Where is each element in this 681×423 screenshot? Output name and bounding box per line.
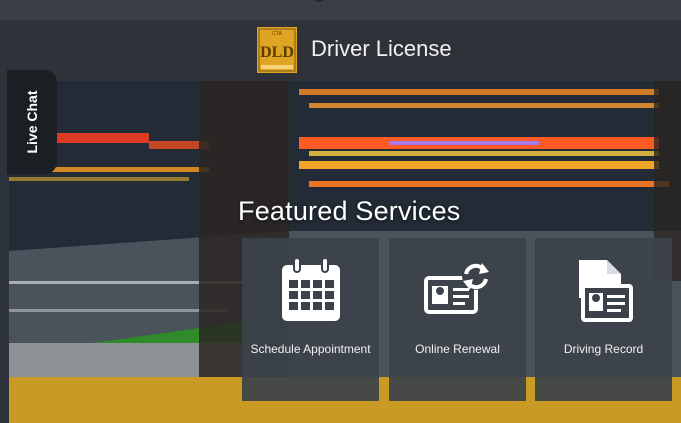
top-strip	[0, 0, 681, 20]
calendar-icon	[242, 258, 379, 328]
page-title: Driver License	[311, 36, 452, 61]
service-label: Online Renewal	[415, 342, 500, 356]
driving-record-icon	[535, 258, 672, 328]
service-label: Schedule Appointment	[250, 342, 371, 356]
service-tile-online-renewal[interactable]: Online Renewal	[389, 238, 526, 401]
live-chat-label: Live Chat	[24, 90, 40, 154]
service-label: Driving Record	[563, 342, 644, 356]
svg-text:CTA: CTA	[272, 31, 282, 37]
service-tile-driving-record[interactable]: Driving Record	[535, 238, 672, 401]
license-renewal-icon	[389, 258, 526, 328]
live-chat-tab[interactable]: Live Chat	[7, 70, 57, 174]
dld-logo[interactable]: CTA DLD	[257, 27, 297, 73]
service-tile-schedule-appointment[interactable]: Schedule Appointment	[242, 238, 379, 401]
top-notch	[312, 0, 326, 2]
featured-services-heading: Featured Services	[238, 196, 461, 226]
svg-text:DLD: DLD	[260, 44, 294, 61]
